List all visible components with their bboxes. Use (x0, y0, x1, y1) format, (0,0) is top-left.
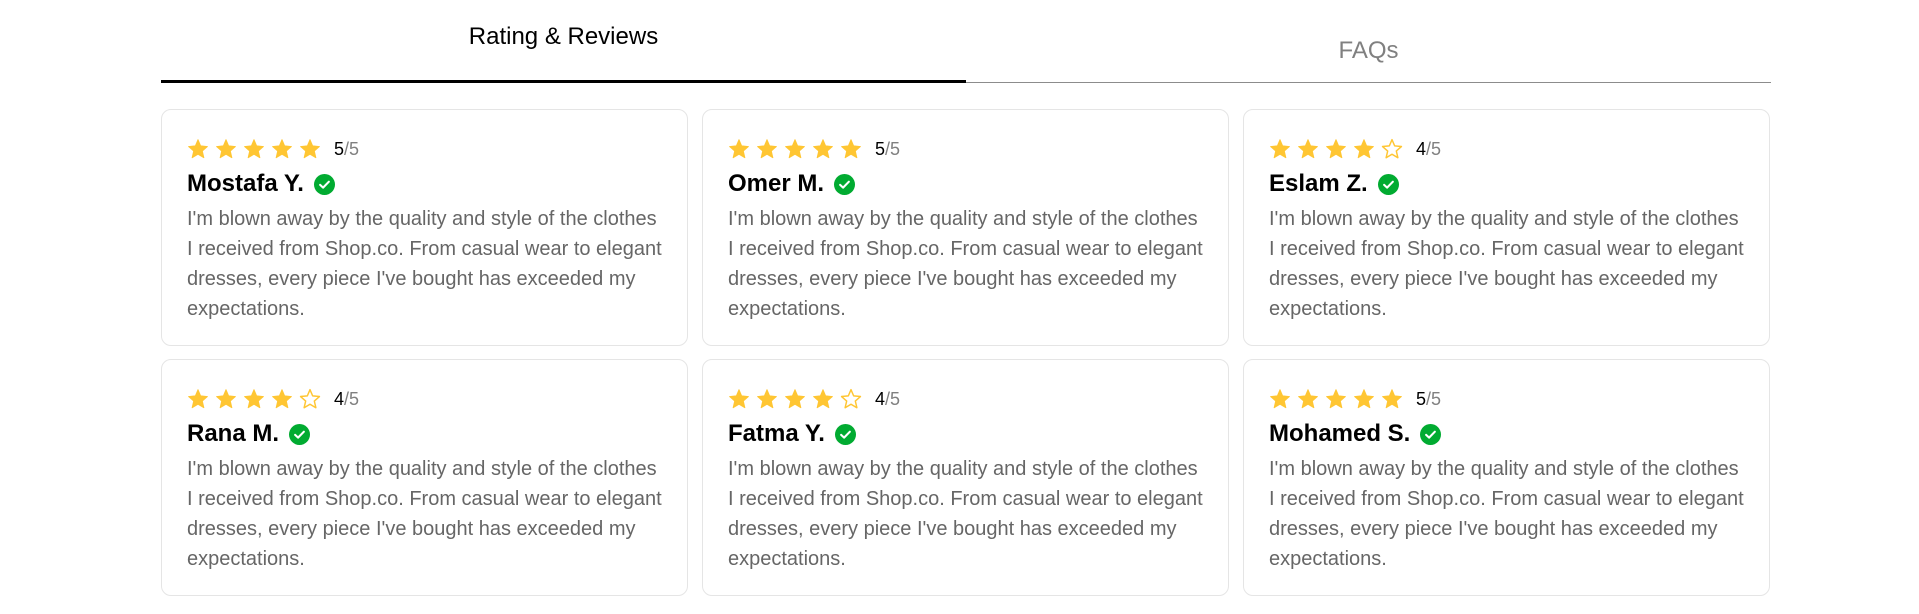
star-icon (785, 139, 805, 159)
star-icon (272, 389, 292, 409)
rating-score: 5/5 (1416, 389, 1441, 410)
rating-score: 4/5 (334, 389, 359, 410)
star-icon (272, 139, 292, 159)
reviewer-row: Omer M. (728, 169, 1203, 199)
rating-score: 4/5 (875, 389, 900, 410)
tab-bar: Rating & Reviews FAQs (161, 0, 1771, 84)
star-icon (813, 389, 833, 409)
reviewer-row: Rana M. (187, 419, 662, 449)
rating-max: /5 (344, 388, 360, 409)
check-circle-icon (1420, 423, 1442, 445)
reviewer-row: Eslam Z. (1269, 169, 1744, 199)
rating-max: /5 (344, 138, 360, 159)
star-icon (1354, 389, 1374, 409)
review-card: 4/5 Eslam Z. I'm blown away by the quali… (1243, 109, 1770, 346)
review-card: 4/5 Rana M. I'm blown away by the qualit… (161, 359, 688, 596)
rating-row: 5/5 (1269, 388, 1744, 410)
star-icon (1326, 389, 1346, 409)
star-icon (216, 389, 236, 409)
reviewer-name: Mohamed S. (1269, 420, 1411, 447)
reviewer-row: Mostafa Y. (187, 169, 662, 199)
rating-value: 5 (334, 138, 345, 159)
rating-value: 4 (334, 388, 345, 409)
star-icon (1270, 389, 1290, 409)
review-text: I'm blown away by the quality and style … (187, 458, 662, 570)
review-text: I'm blown away by the quality and style … (728, 208, 1203, 320)
rating-row: 4/5 (187, 388, 662, 410)
star-icon (300, 139, 320, 159)
rating-max: /5 (885, 138, 901, 159)
review-text: I'm blown away by the quality and style … (1269, 458, 1744, 570)
reviewer-name: Omer M. (728, 170, 825, 197)
check-circle-icon (313, 173, 335, 195)
check-circle-icon (1377, 173, 1399, 195)
review-grid: 5/5 Mostafa Y. I'm blown away by the qua… (161, 109, 1771, 596)
star-icon (785, 389, 805, 409)
star-outline-icon (1381, 138, 1403, 159)
review-card: 5/5 Mohamed S. I'm blown away by the qua… (1243, 359, 1770, 596)
star-rating (1269, 138, 1403, 160)
review-card: 4/5 Fatma Y. I'm blown away by the quali… (702, 359, 1229, 596)
star-icon (1298, 389, 1318, 409)
check-circle-icon (834, 173, 856, 195)
star-icon (729, 139, 749, 159)
star-rating (187, 388, 321, 410)
star-icon (1354, 139, 1374, 159)
star-icon (1270, 139, 1290, 159)
rating-score: 5/5 (334, 139, 359, 160)
star-icon (188, 139, 208, 159)
star-icon (729, 389, 749, 409)
reviewer-row: Mohamed S. (1269, 419, 1744, 449)
reviewer-row: Fatma Y. (728, 419, 1203, 449)
rating-value: 4 (875, 388, 886, 409)
rating-row: 4/5 (1269, 138, 1744, 160)
rating-score: 5/5 (875, 139, 900, 160)
star-rating (728, 388, 862, 410)
rating-row: 4/5 (728, 388, 1203, 410)
star-rating (728, 138, 862, 160)
star-icon (757, 389, 777, 409)
star-icon (216, 139, 236, 159)
star-icon (757, 139, 777, 159)
reviewer-name: Fatma Y. (728, 420, 825, 447)
star-icon (188, 389, 208, 409)
review-card: 5/5 Mostafa Y. I'm blown away by the qua… (161, 109, 688, 346)
star-icon (1382, 389, 1402, 409)
star-icon (244, 139, 264, 159)
tab-faqs[interactable]: FAQs (966, 0, 1771, 84)
reviews-section: Rating & Reviews FAQs 5/5 Mostafa Y. I'm… (161, 0, 1771, 596)
reviewer-name: Eslam Z. (1269, 170, 1368, 197)
rating-row: 5/5 (187, 138, 662, 160)
star-rating (1269, 388, 1403, 410)
review-text: I'm blown away by the quality and style … (1269, 208, 1744, 320)
star-icon (841, 139, 861, 159)
star-icon (1326, 139, 1346, 159)
star-icon (813, 139, 833, 159)
rating-max: /5 (1426, 388, 1442, 409)
rating-max: /5 (1426, 138, 1442, 159)
review-text: I'm blown away by the quality and style … (728, 458, 1203, 570)
rating-score: 4/5 (1416, 139, 1441, 160)
review-text: I'm blown away by the quality and style … (187, 208, 662, 320)
check-circle-icon (834, 423, 856, 445)
star-icon (244, 389, 264, 409)
check-circle-icon (289, 423, 311, 445)
star-outline-icon (840, 388, 862, 409)
rating-value: 5 (875, 138, 886, 159)
rating-row: 5/5 (728, 138, 1203, 160)
review-card: 5/5 Omer M. I'm blown away by the qualit… (702, 109, 1229, 346)
star-outline-icon (299, 388, 321, 409)
rating-value: 5 (1416, 388, 1427, 409)
reviewer-name: Rana M. (187, 420, 280, 447)
star-icon (1298, 139, 1318, 159)
rating-max: /5 (885, 388, 901, 409)
tab-rating-reviews[interactable]: Rating & Reviews (161, 0, 966, 84)
rating-value: 4 (1416, 138, 1427, 159)
star-rating (187, 138, 321, 160)
reviewer-name: Mostafa Y. (187, 170, 304, 197)
